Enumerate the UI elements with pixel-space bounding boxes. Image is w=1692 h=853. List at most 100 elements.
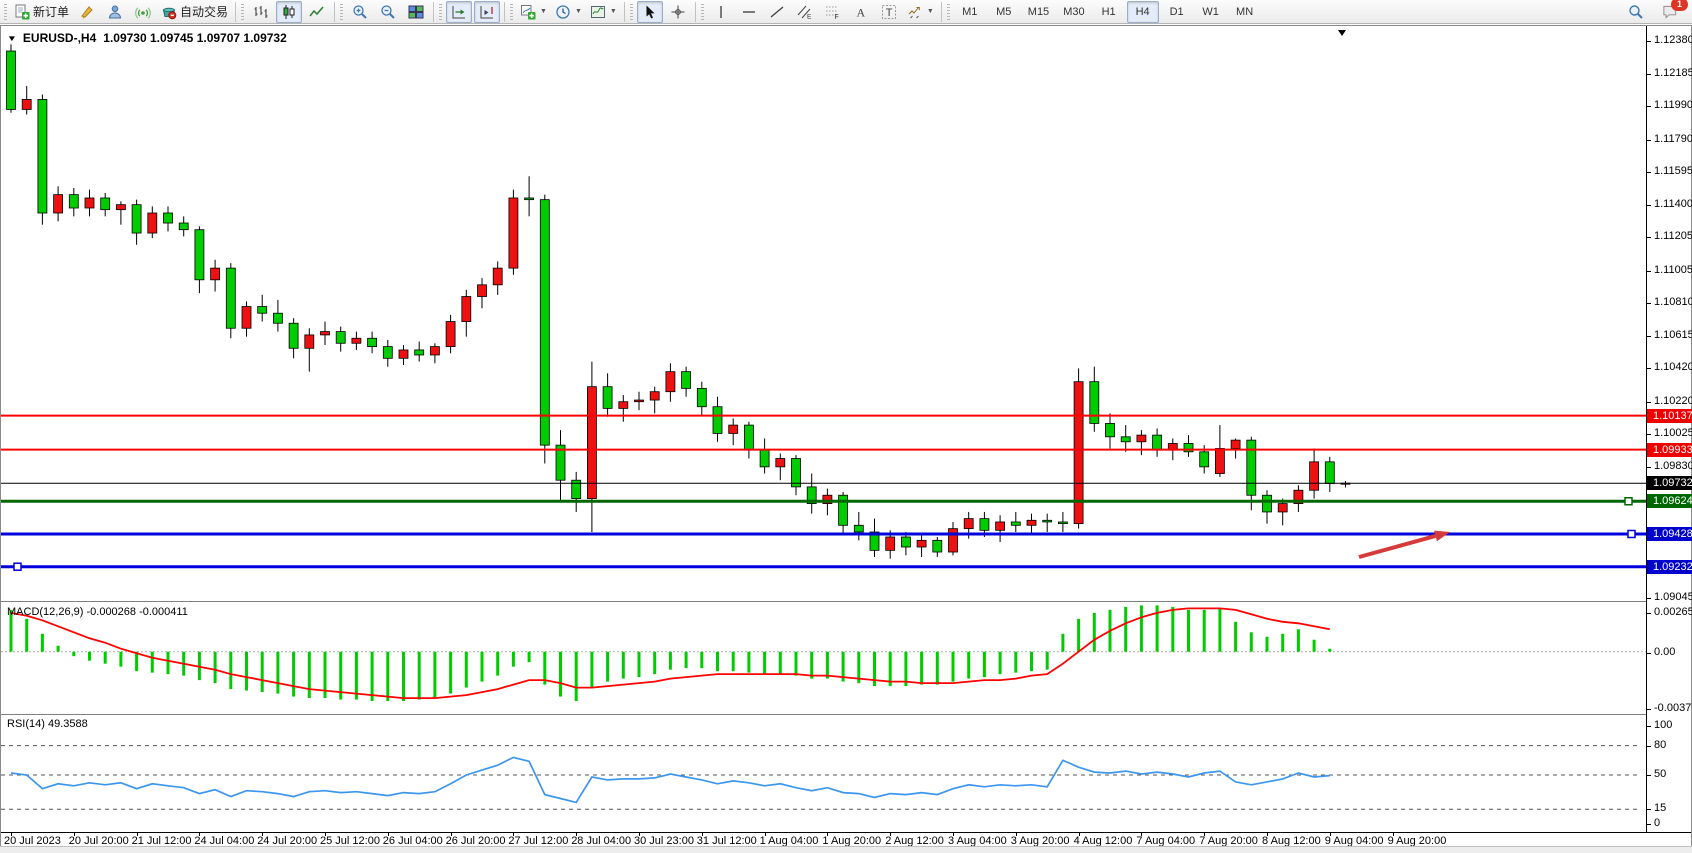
tf-h1-button[interactable]: H1	[1093, 1, 1125, 23]
tf-m1-button-label: M1	[962, 6, 977, 18]
axis-tick	[1647, 402, 1651, 403]
chevron-down-icon[interactable]: ▼	[575, 8, 582, 15]
chart-window[interactable]: ▼ EURUSD-,H4 1.09730 1.09745 1.09707 1.0…	[0, 25, 1692, 847]
vertical-line-button[interactable]	[708, 1, 734, 23]
crosshair-button[interactable]	[665, 1, 691, 23]
chevron-down-icon[interactable]: ▼	[610, 8, 617, 15]
price-pane[interactable]	[1, 26, 1646, 602]
price-level-tag: 1.09624	[1647, 494, 1692, 508]
tf-mn-button[interactable]: MN	[1229, 1, 1261, 23]
styler-button[interactable]	[74, 1, 100, 23]
new-order-button[interactable]: 新订单	[11, 1, 72, 23]
candlestick-button[interactable]	[276, 1, 302, 23]
tile-windows-button[interactable]	[403, 1, 429, 23]
cursor-button[interactable]	[637, 1, 663, 23]
tf-d1-button-label: D1	[1170, 6, 1184, 18]
chevron-down-icon[interactable]: ▼	[927, 8, 934, 15]
tf-m30-button[interactable]: M30	[1057, 1, 1090, 23]
macd-pane[interactable]	[1, 602, 1646, 715]
search-button[interactable]	[1623, 1, 1649, 23]
toolbar-separator	[695, 2, 696, 22]
axis-tick	[1647, 172, 1651, 173]
new-order-button-label: 新订单	[33, 3, 69, 20]
trendline-button[interactable]	[764, 1, 790, 23]
toolbar-grip[interactable]	[630, 4, 633, 20]
price-tick-label: 1.09830	[1654, 460, 1692, 472]
toolbar-grip[interactable]	[701, 4, 704, 20]
price-level-tag: 1.09933	[1647, 443, 1692, 457]
periods-button[interactable]: ▼	[552, 1, 585, 23]
notification-badge: 1	[1671, 0, 1688, 11]
indicators-button[interactable]: ▼	[517, 1, 550, 23]
chevron-down-icon[interactable]: ▼	[540, 8, 547, 15]
hline-icon	[741, 4, 757, 20]
horizontal-line-button[interactable]	[736, 1, 762, 23]
toolbar-right-group: 1	[1622, 1, 1684, 23]
shapes-icon	[907, 4, 923, 20]
chat-button[interactable]: 1	[1657, 1, 1683, 23]
axis-tick	[1647, 205, 1651, 206]
bar-chart-button[interactable]	[248, 1, 274, 23]
toolbar-grip[interactable]	[4, 4, 7, 20]
signal-icon	[135, 4, 151, 20]
rsi-tick-label: 50	[1654, 768, 1666, 780]
templates-button[interactable]: ▼	[587, 1, 620, 23]
axis-tick	[1647, 467, 1651, 468]
text-label-button[interactable]: T	[876, 1, 902, 23]
tf-m1-button[interactable]: M1	[954, 1, 986, 23]
macd-tick-label: 0.002657	[1654, 606, 1692, 618]
toolbar-grip[interactable]	[947, 4, 950, 20]
rsi-header: RSI(14) 49.3588	[7, 718, 88, 730]
fibo-icon: F	[825, 4, 841, 20]
price-tick-label: 1.10220	[1654, 395, 1692, 407]
chart-shift-button[interactable]	[474, 1, 500, 23]
autotrading-button[interactable]: 自动交易	[158, 1, 231, 23]
auto-scroll-button[interactable]	[446, 1, 472, 23]
text-button[interactable]: A	[848, 1, 874, 23]
arrows-button[interactable]: ▼	[904, 1, 937, 23]
tiles-icon	[408, 4, 424, 20]
chart-ohlc: 1.09730 1.09745 1.09707 1.09732	[103, 31, 287, 45]
axis-tick	[1647, 726, 1651, 727]
cursor-icon	[642, 4, 658, 20]
tf-d1-button[interactable]: D1	[1161, 1, 1193, 23]
toolbar-separator	[504, 2, 505, 22]
toolbar-grip[interactable]	[439, 4, 442, 20]
zoom-in-button[interactable]	[347, 1, 373, 23]
toolbar-grip[interactable]	[510, 4, 513, 20]
price-level-tag: 1.09428	[1647, 527, 1692, 541]
price-tick-label: 1.11205	[1654, 230, 1692, 242]
rsi-tick-label: 15	[1654, 802, 1666, 814]
line-chart-button[interactable]	[304, 1, 330, 23]
tf-w1-button-label: W1	[1202, 6, 1219, 18]
tf-m5-button[interactable]: M5	[988, 1, 1020, 23]
linechart-icon	[309, 4, 325, 20]
autoscroll-icon	[451, 4, 467, 20]
new-order-icon	[14, 4, 30, 20]
zoom-out-button[interactable]	[375, 1, 401, 23]
channel-button[interactable]: E	[792, 1, 818, 23]
toolbar-grip[interactable]	[241, 4, 244, 20]
toolbar-grip[interactable]	[340, 4, 343, 20]
signals-button[interactable]	[130, 1, 156, 23]
price-level-tag: 1.09732	[1647, 476, 1692, 490]
toolbar-separator	[941, 2, 942, 22]
fibonacci-button[interactable]: F	[820, 1, 846, 23]
axis-tick	[1647, 709, 1651, 710]
community-button[interactable]	[102, 1, 128, 23]
shift-icon	[479, 4, 495, 20]
axis-tick	[1647, 613, 1651, 614]
tf-w1-button[interactable]: W1	[1195, 1, 1227, 23]
tf-m15-button[interactable]: M15	[1022, 1, 1055, 23]
axis-tick	[1647, 271, 1651, 272]
rsi-pane[interactable]	[1, 715, 1646, 832]
tf-h4-button[interactable]: H4	[1127, 1, 1159, 23]
autotrade-icon	[161, 4, 177, 20]
price-level-tag: 1.09232	[1647, 560, 1692, 574]
price-tick-label: 1.11400	[1654, 198, 1692, 210]
chart-dropdown-icon[interactable]: ▼	[7, 34, 17, 43]
chart-symbol-period: EURUSD-,H4	[23, 31, 96, 45]
axis-tick	[1647, 74, 1651, 75]
macd-header: MACD(12,26,9) -0.000268 -0.000411	[7, 606, 188, 618]
crayon-icon	[79, 4, 95, 20]
